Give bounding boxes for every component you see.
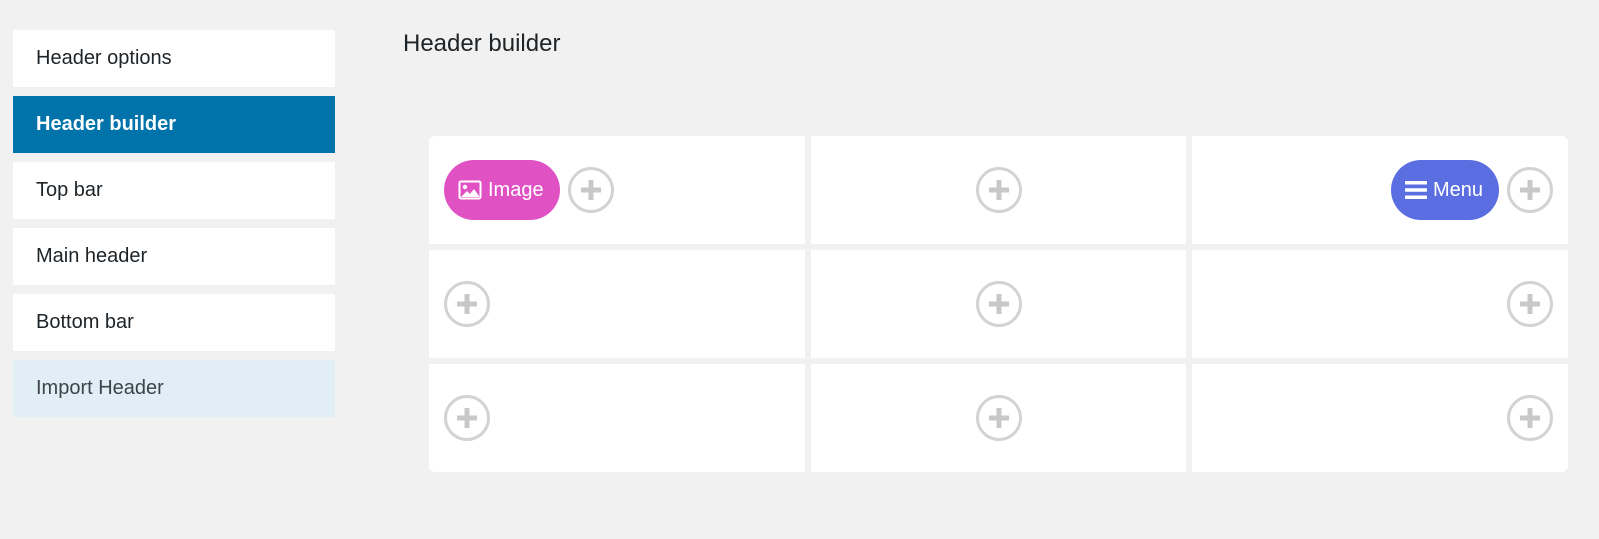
builder-row-bottom [429,364,1569,472]
builder-cell-main-right [1192,250,1569,358]
sidebar: Header options Header builder Top bar Ma… [13,30,335,426]
add-element-button[interactable] [975,281,1022,327]
image-element-chip[interactable]: Image [444,160,560,220]
sidebar-item-import-header[interactable]: Import Header [13,360,335,417]
sidebar-item-label: Main header [36,245,148,267]
builder-cell-main-center [810,250,1187,358]
add-element-button[interactable] [1507,395,1554,441]
sidebar-item-header-builder[interactable]: Header builder [13,96,335,153]
add-element-button[interactable] [444,281,490,327]
add-element-button[interactable] [444,395,490,441]
menu-element-label: Menu [1432,178,1484,201]
sidebar-item-label: Bottom bar [36,311,134,333]
sidebar-item-label: Header options [36,47,172,69]
image-element-label: Image [488,178,544,201]
sidebar-item-label: Header builder [36,113,177,135]
sidebar-item-header-options[interactable]: Header options [13,30,335,87]
builder-row-main [429,250,1569,358]
page-title: Header builder [403,30,561,57]
hamburger-icon [1404,180,1427,200]
add-element-button[interactable] [567,167,614,213]
sidebar-item-bottom-bar[interactable]: Bottom bar [13,294,335,351]
header-builder-grid: Image Menu [429,136,1569,478]
sidebar-item-label: Top bar [36,179,103,201]
builder-cell-bottom-right [1192,364,1569,472]
menu-element-chip[interactable]: Menu [1390,160,1500,220]
builder-cell-top-left: Image [429,136,805,244]
add-element-button[interactable] [975,167,1022,213]
builder-cell-bottom-center [810,364,1187,472]
sidebar-item-label: Import Header [36,377,164,399]
sidebar-item-main-header[interactable]: Main header [13,228,335,285]
add-element-button[interactable] [1507,281,1554,327]
image-icon [458,180,482,200]
builder-cell-top-right: Menu [1192,136,1569,244]
builder-row-top: Image Menu [429,136,1569,244]
builder-cell-main-left [429,250,805,358]
add-element-button[interactable] [1507,167,1554,213]
add-element-button[interactable] [975,395,1022,441]
builder-cell-top-center [810,136,1187,244]
builder-cell-bottom-left [429,364,805,472]
sidebar-item-top-bar[interactable]: Top bar [13,162,335,219]
